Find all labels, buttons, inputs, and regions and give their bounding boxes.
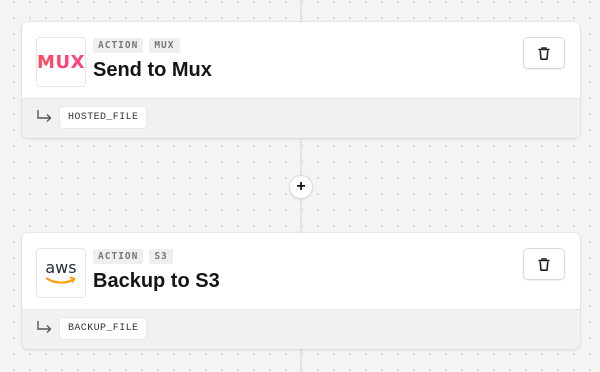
tag-service: MUX <box>149 38 180 53</box>
aws-smile-icon <box>46 276 76 283</box>
tag-service: S3 <box>149 249 173 264</box>
flow-connector-bottom <box>300 349 302 372</box>
step-card-backup-to-s3[interactable]: aws ACTION S3 Backup to S3 BACKUP_FILE <box>22 233 580 349</box>
step-title: Send to Mux <box>93 59 212 81</box>
step-tags: ACTION S3 <box>93 249 173 264</box>
output-variable-chip[interactable]: BACKUP_FILE <box>60 318 147 339</box>
trash-icon <box>538 46 550 60</box>
step-title: Backup to S3 <box>93 270 220 292</box>
step-output-bar: HOSTED_FILE <box>22 98 580 138</box>
delete-step-button[interactable] <box>523 37 565 69</box>
step-card-send-to-mux[interactable]: MUX ACTION MUX Send to Mux HOSTED_FILE <box>22 22 580 138</box>
return-arrow-icon <box>37 321 52 333</box>
trash-icon <box>538 257 550 271</box>
mux-logo-icon: MUX <box>36 37 86 87</box>
add-step-button[interactable]: + <box>289 175 313 199</box>
tag-type: ACTION <box>93 249 144 264</box>
tag-type: ACTION <box>93 38 144 53</box>
aws-logo-icon: aws <box>36 248 86 298</box>
output-variable-chip[interactable]: HOSTED_FILE <box>60 107 147 128</box>
mux-logo-text: MUX <box>37 51 85 73</box>
flow-connector-top <box>300 0 302 22</box>
aws-logo-text: aws <box>45 257 77 277</box>
delete-step-button[interactable] <box>523 248 565 280</box>
step-tags: ACTION MUX <box>93 38 180 53</box>
return-arrow-icon <box>37 110 52 122</box>
step-output-bar: BACKUP_FILE <box>22 309 580 349</box>
